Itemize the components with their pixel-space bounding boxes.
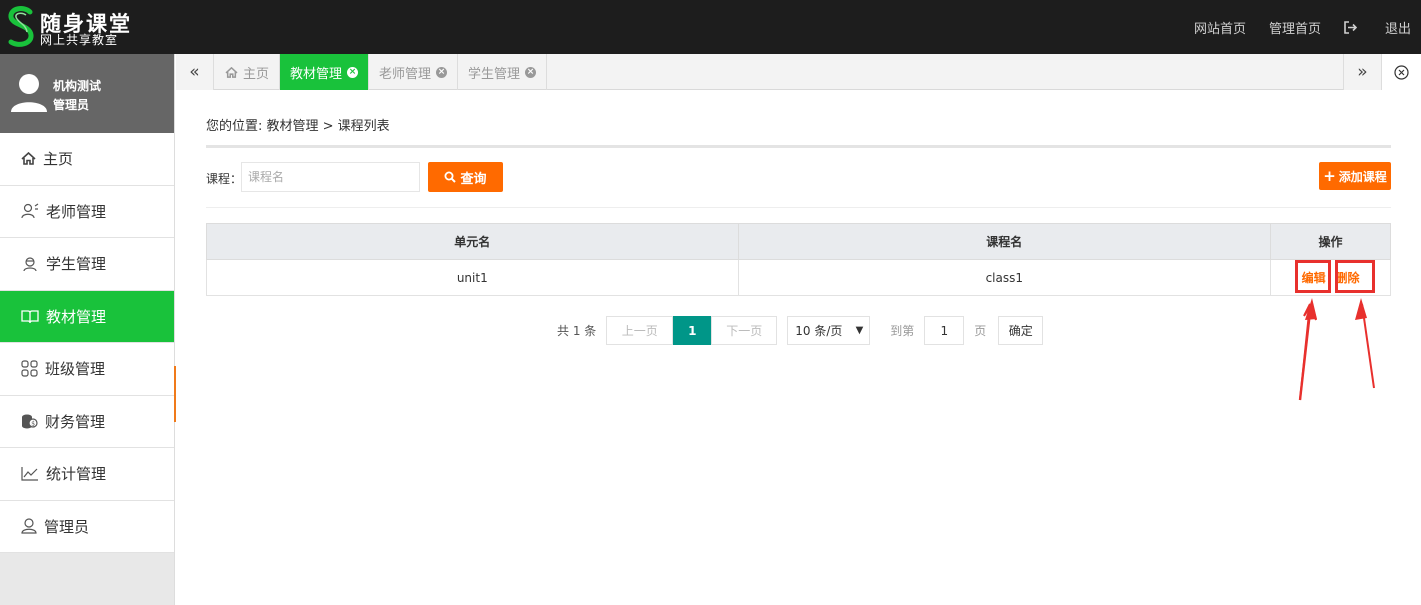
column-header-unit: 单元名	[206, 223, 739, 260]
column-header-course: 课程名	[737, 223, 1272, 260]
add-course-button[interactable]: + 添加课程	[1319, 162, 1391, 190]
column-header-actions: 操作	[1270, 223, 1391, 260]
breadcrumb: 您的位置: 教材管理 > 课程列表	[206, 119, 390, 134]
divider	[206, 145, 1391, 148]
sidebar-item-label: 统计管理	[46, 465, 107, 484]
tab-scroll-right-button[interactable]: »	[1343, 54, 1381, 90]
tab-textbooks[interactable]: 教材管理 ×	[280, 54, 370, 90]
sidebar-item-label: 老师管理	[46, 202, 107, 221]
divider	[206, 207, 1391, 208]
pager-total: 共 1 条	[557, 324, 597, 338]
logout-icon	[1344, 21, 1357, 34]
sidebar-item-admins[interactable]: 管理员	[0, 500, 174, 553]
site-home-link[interactable]: 网站首页	[1194, 18, 1246, 37]
sidebar-item-statistics[interactable]: 统计管理	[0, 448, 174, 501]
annotation-arrowhead-delete	[1355, 298, 1367, 320]
circle-close-icon	[1394, 64, 1409, 80]
course-table: 单元名 课程名 操作 unit1 class1 编辑 删除	[206, 223, 1391, 296]
svg-text:$: $	[31, 421, 35, 428]
double-chevron-left-icon: «	[189, 62, 200, 82]
table-row: unit1 class1 编辑 删除	[206, 259, 1391, 296]
pager-next-button[interactable]: 下一页	[711, 316, 778, 345]
sidebar-item-students[interactable]: 学生管理	[0, 238, 174, 291]
sidebar-item-textbooks[interactable]: 教材管理	[0, 290, 174, 343]
sidebar: 机构测试 管理员 主页 老师管理 学生管理 教材管理 班级管理 $ 财务管理 统…	[0, 54, 175, 605]
page-size-select[interactable]: 10 条/页 ▼	[787, 316, 871, 345]
admin-home-link[interactable]: 管理首页	[1269, 18, 1321, 37]
pager-confirm-button[interactable]: 确定	[998, 316, 1044, 345]
close-all-tabs-button[interactable]	[1381, 54, 1421, 90]
close-icon[interactable]: ×	[347, 66, 359, 78]
course-search-input[interactable]	[241, 162, 420, 192]
main-content: 您的位置: 教材管理 > 课程列表 课程： 查询 + 添加课程 单元名 课程名 …	[176, 91, 1421, 605]
caret-down-icon: ▼	[855, 325, 864, 336]
tab-bar: « 主页 教材管理 × 老师管理 × 学生管理 × »	[176, 54, 1421, 90]
avatar-icon	[11, 74, 47, 112]
user-panel: 机构测试 管理员	[0, 54, 174, 133]
logo[interactable]: 随身课堂 网上共享教室	[6, 6, 156, 48]
add-course-label: 添加课程	[1338, 169, 1387, 184]
double-chevron-right-icon: »	[1357, 62, 1368, 82]
tab-scroll-left-button[interactable]: «	[176, 54, 214, 90]
teacher-icon	[21, 203, 39, 219]
sidebar-item-teachers[interactable]: 老师管理	[0, 185, 174, 238]
annotation-box-edit	[1295, 260, 1331, 293]
sidebar-item-classes[interactable]: 班级管理	[0, 343, 174, 396]
sidebar-item-label: 教材管理	[46, 307, 107, 326]
plus-icon: +	[1323, 167, 1336, 185]
pager-goto-label: 到第	[890, 324, 915, 338]
student-icon	[23, 257, 37, 271]
sidebar-item-finance[interactable]: $ 财务管理	[0, 395, 174, 448]
logo-s-icon	[8, 6, 34, 47]
user-name: 机构测试	[53, 79, 102, 93]
grid-icon	[21, 360, 38, 377]
search-label: 课程：	[206, 172, 243, 186]
user-role: 管理员	[53, 98, 90, 112]
home-icon	[225, 66, 238, 78]
user-icon	[21, 518, 37, 534]
tab-label: 主页	[243, 66, 270, 82]
annotation-box-delete	[1335, 260, 1375, 293]
sidebar-item-label: 财务管理	[45, 412, 106, 431]
pager-page-unit: 页	[974, 324, 987, 338]
pager-current-page[interactable]: 1	[673, 316, 712, 345]
logo-subtitle: 网上共享教室	[40, 33, 119, 47]
book-icon	[21, 310, 39, 323]
close-icon[interactable]: ×	[525, 66, 537, 78]
sidebar-item-label: 管理员	[44, 517, 90, 536]
top-header: 随身课堂 网上共享教室 网站首页 管理首页 退出	[0, 0, 1421, 54]
sidebar-item-label: 班级管理	[45, 360, 106, 379]
top-nav: 网站首页 管理首页 退出	[1171, 18, 1411, 37]
cell-unit: unit1	[206, 259, 739, 296]
tab-home[interactable]: 主页	[215, 54, 281, 90]
tab-teachers[interactable]: 老师管理 ×	[369, 54, 459, 90]
sidebar-item-label: 主页	[43, 150, 74, 169]
cell-course: class1	[737, 259, 1272, 296]
chart-icon	[21, 467, 38, 481]
tab-label: 学生管理	[468, 66, 521, 82]
pager-goto-input[interactable]: 1	[924, 316, 965, 345]
query-button-label: 查询	[460, 171, 487, 187]
pager-prev-button[interactable]: 上一页	[606, 316, 674, 345]
search-icon	[444, 171, 457, 183]
logout-link[interactable]: 退出	[1344, 18, 1411, 37]
money-icon: $	[22, 414, 38, 429]
sidebar-item-label: 学生管理	[46, 255, 107, 274]
annotation-arrows	[1298, 298, 1375, 401]
home-icon	[21, 152, 36, 166]
close-icon[interactable]: ×	[436, 66, 448, 78]
sidebar-item-home[interactable]: 主页	[0, 133, 174, 186]
query-button[interactable]: 查询	[428, 162, 503, 192]
tab-list: 主页 教材管理 × 老师管理 × 学生管理 ×	[215, 54, 548, 90]
page-size-value: 10 条/页	[795, 324, 843, 338]
logout-label: 退出	[1384, 22, 1411, 37]
tab-label: 教材管理	[290, 66, 343, 82]
pagination: 共 1 条 上一页 1 下一页 10 条/页 ▼ 到第 1 页 确定	[557, 316, 1044, 345]
tab-students[interactable]: 学生管理 ×	[458, 54, 548, 90]
tab-label: 老师管理	[379, 66, 432, 82]
table-header-row: 单元名 课程名 操作	[206, 223, 1391, 260]
